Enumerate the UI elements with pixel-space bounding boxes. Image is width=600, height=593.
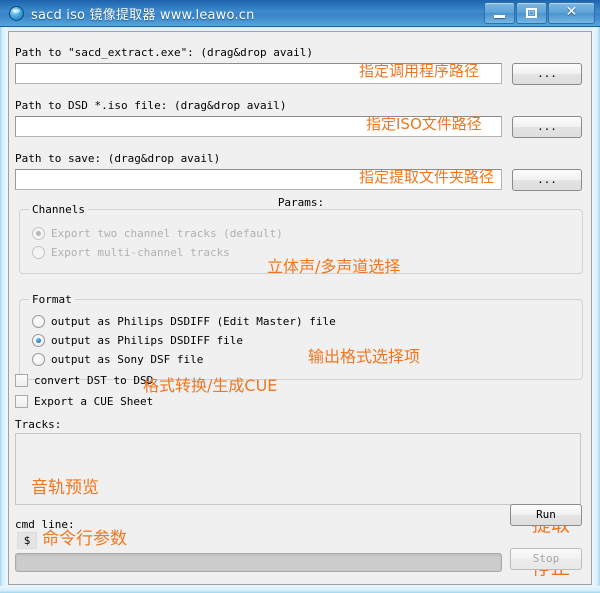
window-edge-right — [593, 27, 600, 593]
format-option-label: output as Philips DSDIFF file — [51, 334, 244, 347]
radio-icon — [32, 353, 45, 366]
window-controls: ✕ — [484, 2, 595, 24]
client-area: Path to "sacd_extract.exe": (drag&drop a… — [8, 31, 592, 585]
format-option-dsdiff[interactable]: output as Philips DSDIFF file — [32, 334, 243, 347]
close-button[interactable]: ✕ — [548, 2, 595, 24]
radio-icon — [32, 227, 45, 240]
channels-legend: Channels — [29, 203, 88, 216]
close-icon: ✕ — [565, 4, 578, 20]
save-path-label: Path to save: (drag&drop avail) — [15, 152, 221, 165]
format-option-sony-dsf[interactable]: output as Sony DSF file — [32, 353, 203, 366]
annotation-format: 输出格式选择项 — [308, 347, 421, 366]
annotation-channels: 立体声/多声道选择 — [267, 257, 401, 276]
maximize-button[interactable] — [516, 2, 547, 24]
annotation-tracks: 音轨预览 — [31, 478, 99, 498]
params-label: Params: — [277, 196, 325, 209]
exe-path-browse-button[interactable]: ... — [512, 63, 582, 85]
checkbox-icon — [15, 395, 28, 408]
format-option-label: output as Philips DSDIFF (Edit Master) f… — [51, 315, 336, 328]
annotation-checkboxes: 格式转换/生成CUE — [143, 376, 278, 395]
minimize-button[interactable] — [484, 2, 515, 24]
window-title: sacd iso 镜像提取器 www.leawo.cn — [31, 8, 255, 23]
radio-icon — [32, 246, 45, 259]
annotation-iso-path: 指定ISO文件路径 — [366, 115, 482, 133]
format-option-dsdiff-edit-master[interactable]: output as Philips DSDIFF (Edit Master) f… — [32, 315, 336, 328]
checkbox-export-cue-sheet[interactable]: Export a CUE Sheet — [15, 395, 153, 408]
radio-icon — [32, 315, 45, 328]
cmdline-input[interactable] — [15, 553, 502, 572]
globe-icon — [9, 6, 24, 21]
tracks-listbox[interactable] — [15, 433, 581, 505]
checkbox-icon — [15, 374, 28, 387]
annotation-exe-path: 指定调用程序路径 — [359, 62, 480, 80]
application-window: sacd iso 镜像提取器 www.leawo.cn ✕ Path to "s… — [0, 0, 600, 593]
channels-option-label: Export two channel tracks (default) — [51, 227, 283, 240]
checkbox-convert-dst-to-dsd[interactable]: convert DST to DSD — [15, 374, 153, 387]
cmdline-prompt: $ — [17, 532, 37, 549]
iso-path-browse-button[interactable]: ... — [512, 116, 582, 138]
format-legend: Format — [29, 293, 75, 306]
channels-option-two-channel[interactable]: Export two channel tracks (default) — [32, 227, 283, 240]
stop-button[interactable]: Stop — [510, 548, 582, 570]
title-bar: sacd iso 镜像提取器 www.leawo.cn ✕ — [0, 0, 600, 27]
window-edge-bottom — [0, 586, 600, 593]
format-option-label: output as Sony DSF file — [51, 353, 204, 366]
exe-path-label: Path to "sacd_extract.exe": (drag&drop a… — [15, 46, 314, 59]
run-button[interactable]: Run — [510, 504, 582, 526]
maximize-icon — [526, 8, 537, 18]
checkbox-label: Export a CUE Sheet — [34, 395, 154, 408]
save-path-browse-button[interactable]: ... — [512, 169, 582, 191]
annotation-save-path: 指定提取文件夹路径 — [359, 168, 495, 186]
window-edge-left — [0, 27, 7, 593]
checkbox-label: convert DST to DSD — [34, 374, 154, 387]
channels-option-multi-channel[interactable]: Export multi-channel tracks — [32, 246, 230, 259]
radio-icon — [32, 334, 45, 347]
format-group: Format output as Philips DSDIFF (Edit Ma… — [19, 293, 583, 380]
annotation-cmdline: 命令行参数 — [42, 529, 127, 549]
tracks-label: Tracks: — [15, 418, 62, 431]
channels-option-label: Export multi-channel tracks — [51, 246, 230, 259]
iso-path-label: Path to DSD *.iso file: (drag&drop avail… — [15, 99, 287, 112]
minimize-icon — [494, 15, 505, 18]
